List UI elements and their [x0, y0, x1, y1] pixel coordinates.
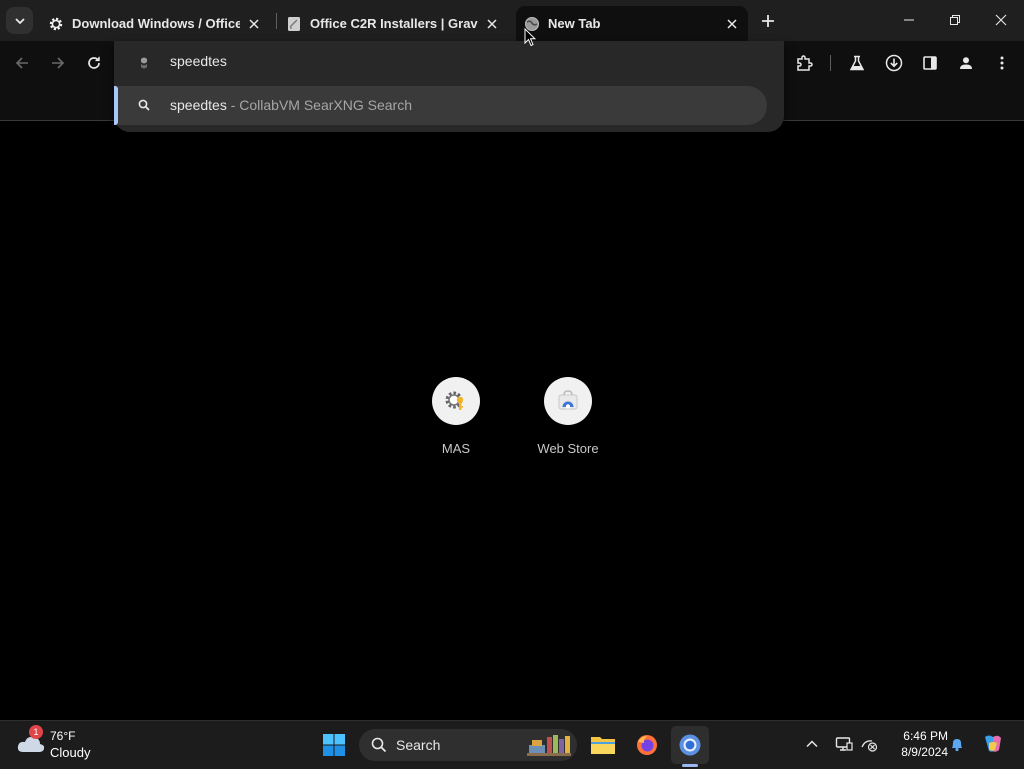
- minimize-button[interactable]: [886, 0, 932, 40]
- mouse-cursor-icon: [524, 28, 536, 47]
- shortcut-icon-circle: [432, 377, 480, 425]
- search-icon: [371, 737, 387, 753]
- menu-button[interactable]: [988, 49, 1016, 77]
- close-icon[interactable]: [484, 16, 500, 32]
- omnibox-suggestion[interactable]: speedtes - CollabVM SearXNG Search: [114, 86, 767, 125]
- taskbar-firefox[interactable]: [628, 726, 666, 764]
- network-off-icon: [860, 736, 878, 752]
- labs-button[interactable]: [843, 49, 871, 77]
- flask-icon: [849, 55, 865, 71]
- chromium-icon: [678, 733, 702, 757]
- taskbar-search[interactable]: Search: [359, 729, 577, 761]
- firefox-icon: [635, 733, 659, 757]
- suggestion-description: - CollabVM SearXNG Search: [226, 97, 413, 113]
- forward-button[interactable]: [44, 49, 72, 77]
- omnibox-input[interactable]: speedtes: [170, 53, 227, 69]
- search-label: Search: [396, 737, 441, 753]
- close-icon[interactable]: [246, 16, 262, 32]
- copilot-icon: [981, 733, 1005, 755]
- weather-temperature: 76°F: [50, 729, 76, 743]
- bell-icon: [949, 736, 965, 752]
- tab-title: Download Windows / Office |: [72, 16, 240, 31]
- close-window-button[interactable]: [978, 0, 1024, 40]
- shortcut-label: Web Store: [537, 441, 599, 456]
- person-icon: [958, 55, 974, 71]
- chevron-up-icon: [805, 737, 819, 751]
- toolbar-separator: [830, 55, 831, 71]
- display-icon: [835, 736, 853, 752]
- tab-download-windows[interactable]: Download Windows / Office |: [40, 6, 272, 41]
- profile-button[interactable]: [952, 49, 980, 77]
- tray-display-button[interactable]: [833, 733, 855, 755]
- restore-icon: [949, 14, 961, 26]
- show-hidden-icons-button[interactable]: [801, 733, 823, 755]
- taskbar-clock[interactable]: 6:46 PM 8/9/2024: [884, 728, 948, 760]
- downloads-button[interactable]: [880, 49, 908, 77]
- chevron-down-icon: [14, 15, 26, 27]
- tab-office-c2r[interactable]: Office C2R Installers | Graveso: [280, 6, 510, 41]
- notifications-button[interactable]: [946, 733, 968, 755]
- reload-button[interactable]: [80, 49, 108, 77]
- tab-strip: Download Windows / Office | Office C2R I…: [0, 0, 1024, 41]
- gear-key-icon: [443, 388, 469, 414]
- back-button[interactable]: [8, 49, 36, 77]
- weather-condition: Cloudy: [50, 745, 91, 760]
- tab-title: Office C2R Installers | Graveso: [310, 16, 478, 31]
- shortcut-icon-circle: [544, 377, 592, 425]
- more-vertical-icon: [994, 55, 1010, 71]
- web-store-icon: [556, 389, 580, 413]
- copilot-button[interactable]: [980, 733, 1006, 755]
- suggestion-query: speedtes: [170, 97, 227, 113]
- arrow-left-icon: [14, 55, 30, 71]
- folder-icon: [590, 734, 616, 756]
- start-button[interactable]: [315, 726, 353, 764]
- close-icon: [995, 14, 1007, 26]
- restore-button[interactable]: [932, 0, 978, 40]
- shortcut-mas[interactable]: MAS: [406, 377, 506, 456]
- site-info-icon: [136, 55, 152, 71]
- shortcut-label: MAS: [441, 441, 471, 456]
- tab-new-tab[interactable]: New Tab: [516, 6, 748, 41]
- taskbar-chrome[interactable]: [671, 726, 709, 764]
- page-icon: [286, 16, 302, 32]
- tab-title: New Tab: [548, 16, 601, 31]
- notification-badge: 1: [29, 725, 43, 739]
- gear-icon: [48, 16, 64, 32]
- tray-network-button[interactable]: [858, 733, 880, 755]
- extensions-button[interactable]: [790, 49, 818, 77]
- windows-icon: [322, 733, 346, 757]
- taskbar-file-explorer[interactable]: [584, 726, 622, 764]
- tab-separator: [276, 13, 277, 29]
- side-panel-icon: [922, 55, 938, 71]
- taskbar: 1 76°F Cloudy Search 6:46 PM 8/9/2024: [0, 720, 1024, 769]
- selection-indicator: [114, 86, 118, 125]
- omnibox-dropdown: speedtes speedtes - CollabVM SearXNG Sea…: [114, 41, 784, 132]
- arrow-right-icon: [50, 55, 66, 71]
- shortcut-web-store[interactable]: Web Store: [518, 377, 618, 456]
- download-icon: [885, 54, 903, 72]
- running-indicator: [682, 764, 698, 767]
- minimize-icon: [903, 14, 915, 26]
- tab-search-button[interactable]: [6, 7, 33, 34]
- plus-icon: [761, 14, 775, 28]
- search-icon: [136, 97, 152, 113]
- reload-icon: [86, 55, 102, 71]
- new-tab-button[interactable]: [756, 9, 780, 33]
- omnibox[interactable]: speedtes: [114, 41, 784, 85]
- weather-widget[interactable]: 1 76°F Cloudy: [16, 725, 116, 763]
- clock-time: 6:46 PM: [903, 729, 948, 743]
- side-panel-button[interactable]: [916, 49, 944, 77]
- clock-date: 8/9/2024: [901, 745, 948, 759]
- puzzle-icon: [795, 54, 813, 72]
- close-icon[interactable]: [724, 16, 740, 32]
- search-highlight-icon: [525, 731, 573, 759]
